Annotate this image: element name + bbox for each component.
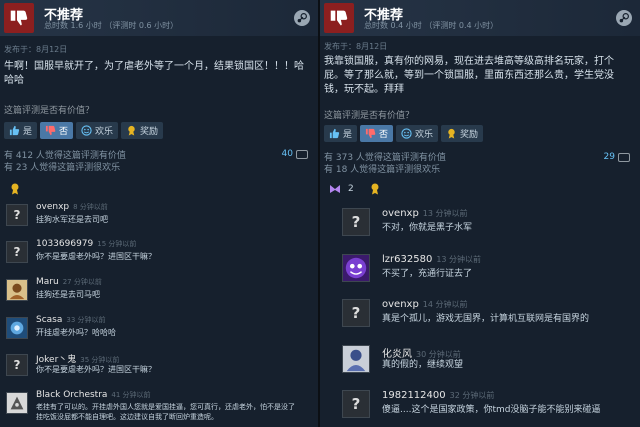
review-panel-left: 不推荐 总时数 1.6 小时 （评测时 0.6 小时） 发布于：8月12日 牛啊…: [0, 0, 318, 427]
review-stats: 有 373 人觉得这篇评测有价值 有 18 人觉得这篇评测很欢乐: [324, 152, 446, 176]
comment-text: 你不是要虐老外吗？进国区干嘛？: [36, 252, 156, 261]
comment-text-line: 挂吃饭没屁都不能自理吧。这边建议自我了断回炉重造呢。: [36, 413, 218, 421]
comment-text: 真的假的，继续观望: [382, 360, 464, 370]
stat-funny: 有 18 人觉得这篇评测很欢乐: [324, 165, 441, 175]
comment-text: 挂狗还是去司马吧: [36, 290, 100, 299]
thumbs-down-icon: [45, 125, 56, 136]
review-body: 牛啊！国服早就开了，为了虐老外等了一个月，结果锁国区！！！哈 哈哈: [4, 60, 304, 88]
playtime: 总时数 1.6 小时 （评测时 0.6 小时）: [44, 21, 179, 30]
award-row: 2: [328, 182, 382, 196]
comment-text: 真是个孤儿，游戏无国界，计算机互联网是有国界的: [382, 314, 590, 324]
vote-yes-label: 是: [343, 130, 353, 140]
review-line: 我靠锁国服，真有你的网易，现在进去堆高等级高排名玩家，打个: [324, 56, 614, 67]
comment-bubble-icon: [296, 149, 308, 159]
comment-author[interactable]: 1982112400 32 分钟以前: [382, 390, 494, 401]
comment-text: 不对，你就是黑子水军: [382, 223, 473, 233]
comment-text-line: 老挂有了可以的。开挂虐外国人您就是爱国挂逼，您可真行，还虐老外，怕不是没了: [36, 403, 295, 411]
comment-author[interactable]: Maru 27 分钟以前: [36, 277, 102, 287]
comment-text: 开挂虐老外吗？哈哈哈: [36, 328, 116, 337]
comment-author[interactable]: lzr632580 13 分钟以前: [382, 254, 481, 265]
award-icon: [128, 125, 135, 136]
comment-text: 挂狗水军还是去司吧: [36, 215, 108, 224]
vote-yes-button[interactable]: 是: [324, 125, 358, 142]
comment-count[interactable]: 40: [282, 149, 308, 159]
comment-count-value: 29: [603, 152, 615, 162]
user-avatar-icon: [342, 345, 370, 373]
vote-funny-button[interactable]: 欢乐: [396, 125, 439, 142]
user-avatar-icon: [6, 279, 28, 301]
default-avatar-icon: ?: [6, 354, 28, 376]
comment-author[interactable]: ovenxp 8 分钟以前: [36, 202, 108, 212]
comment-author[interactable]: Scasa 33 分钟以前: [36, 315, 106, 325]
review-line: 哈哈: [4, 75, 24, 86]
review-header: 不推荐 总时数 1.6 小时 （评测时 0.6 小时）: [0, 0, 318, 36]
thumbs-down-icon: [4, 3, 34, 33]
posted-date: 发布于：8月12日: [324, 42, 388, 51]
vote-funny-button[interactable]: 欢乐: [76, 122, 119, 139]
review-line: 钱，玩不起。拜拜: [324, 84, 404, 95]
award-button[interactable]: 奖励: [121, 122, 164, 139]
comment-text: 傻逼....这个是国家政策，你tmd没脑子能不能别来碰逼: [382, 405, 601, 415]
comment-author[interactable]: ovenxp 14 分钟以前: [382, 299, 468, 310]
default-avatar-icon: ?: [342, 390, 370, 418]
vote-no-button[interactable]: 否: [40, 122, 74, 139]
user-avatar-icon: [6, 392, 28, 414]
vote-no-label: 否: [59, 127, 69, 137]
posted-date: 发布于：8月12日: [4, 45, 68, 54]
vote-yes-button[interactable]: 是: [4, 122, 38, 139]
award-count: 2: [348, 184, 354, 194]
review-header: 不推荐 总时数 0.4 小时 （评测时 0.4 小时）: [320, 0, 640, 36]
thumbs-up-icon: [329, 128, 340, 139]
review-panel-right: 不推荐 总时数 0.4 小时 （评测时 0.4 小时） 发布于：8月12日 我靠…: [320, 0, 640, 427]
award-button[interactable]: 奖励: [441, 125, 484, 142]
smile-icon: [81, 125, 92, 136]
review-line: 牛啊！国服早就开了，为了虐老外等了一个月，结果锁国区！！！哈: [4, 61, 304, 72]
stat-funny: 有 23 人觉得这篇评测很欢乐: [4, 163, 121, 173]
add-award-icon[interactable]: [8, 182, 22, 196]
vote-yes-label: 是: [23, 127, 33, 137]
stat-helpful: 有 412 人觉得这篇评测有价值: [4, 151, 126, 161]
user-avatar-icon: [342, 254, 370, 282]
award-label: 奖励: [140, 127, 159, 137]
default-avatar-icon: ?: [6, 241, 28, 263]
helpful-question: 这篇评测是否有价值？: [324, 111, 415, 121]
comment-bubble-icon: [618, 152, 630, 162]
award-row: [8, 182, 22, 196]
vote-funny-label: 欢乐: [415, 130, 434, 140]
steam-icon: [294, 10, 310, 26]
default-avatar-icon: ?: [342, 299, 370, 327]
comment-text: 老挂有了可以的。开挂虐外国人您就是爱国挂逼，您可真行，还虐老外，怕不是没了 挂吃…: [36, 402, 316, 422]
award-label: 奖励: [460, 130, 479, 140]
thumbs-up-icon: [9, 125, 20, 136]
comment-author[interactable]: ovenxp 13 分钟以前: [382, 208, 468, 219]
playtime: 总时数 0.4 小时 （评测时 0.4 小时）: [364, 21, 499, 30]
add-award-icon[interactable]: [368, 182, 382, 196]
stat-helpful: 有 373 人觉得这篇评测有价值: [324, 153, 446, 163]
comment-text: 不买了，充通行证去了: [382, 269, 473, 279]
review-body: 我靠锁国服，真有你的网易，现在进去堆高等级高排名玩家，打个 屁。等了那么就，等到…: [324, 55, 614, 97]
smile-icon: [401, 128, 412, 139]
comment-author[interactable]: 化炎风 30 分钟以前: [382, 345, 461, 360]
award-badge-icon: [328, 182, 342, 196]
vote-no-label: 否: [379, 130, 389, 140]
thumbs-down-icon: [365, 128, 376, 139]
steam-icon: [616, 10, 632, 26]
vote-buttons: 是 否 欢乐 奖励: [324, 125, 484, 142]
comment-count-value: 40: [281, 149, 293, 159]
review-stats: 有 412 人觉得这篇评测有价值 有 23 人觉得这篇评测很欢乐: [4, 150, 126, 174]
helpful-question: 这篇评测是否有价值？: [4, 106, 95, 116]
vote-no-button[interactable]: 否: [360, 125, 394, 142]
vote-buttons: 是 否 欢乐 奖励: [4, 122, 164, 139]
award-icon: [448, 128, 455, 139]
user-avatar-icon: [6, 317, 28, 339]
comment-author[interactable]: Black Orchestra 41 分钟以前: [36, 390, 151, 400]
vote-funny-label: 欢乐: [95, 127, 114, 137]
default-avatar-icon: ?: [342, 208, 370, 236]
thumbs-down-icon: [324, 3, 354, 33]
default-avatar-icon: ?: [6, 204, 28, 226]
comment-author[interactable]: 1033696979 15 分钟以前: [36, 239, 136, 249]
comment-count[interactable]: 29: [604, 152, 630, 162]
comment-text: 你不是要虐老外吗？进国区干嘛？: [36, 365, 156, 374]
review-line: 屁。等了那么就，等到一个锁国服，里面东西还那么贵，学生党没: [324, 70, 614, 81]
